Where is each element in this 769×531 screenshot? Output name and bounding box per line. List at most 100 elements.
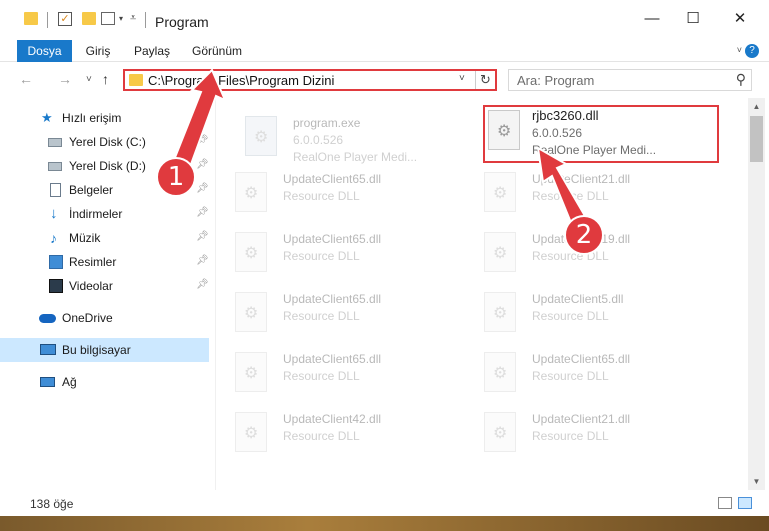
sidebar-item-label: İndirmeler: [69, 207, 123, 221]
pin-icon[interactable]: 📌︎: [196, 231, 209, 242]
sidebar-item-videos[interactable]: Videolar 📌︎: [0, 274, 209, 298]
file-item[interactable]: UpdateClient65.dll Resource DLL: [217, 282, 453, 342]
scrollbar-thumb[interactable]: [750, 116, 763, 162]
close-button[interactable]: ✕: [729, 8, 751, 30]
file-item[interactable]: UpdateClient65.dll Resource DLL: [217, 162, 453, 222]
file-name: UpdateClient65.dll: [532, 352, 631, 366]
file-version: 6.0.0.526: [293, 133, 344, 147]
file-item[interactable]: program.exe 6.0.0.526 RealOne Player Med…: [227, 106, 463, 166]
quick-access-customize-icon[interactable]: [101, 12, 115, 25]
sidebar-item-disk-c[interactable]: Yerel Disk (C:) 📌︎: [0, 130, 209, 154]
quick-access-menu-icon[interactable]: ⩡: [130, 12, 136, 25]
search-placeholder: Ara: Program: [517, 73, 595, 88]
folder-icon[interactable]: [24, 12, 38, 25]
address-path[interactable]: C:\Program Files\Program Dizini: [148, 73, 334, 88]
file-item[interactable]: UpdateClient65.dll Resource DLL: [217, 342, 453, 402]
sidebar-item-label: Bu bilgisayar: [62, 343, 131, 357]
sidebar-item-music[interactable]: ♪ Müzik 📌︎: [0, 226, 209, 250]
file-item[interactable]: UpdateClient65.dll Resource DLL: [466, 342, 702, 402]
navigation-bar: ← → ˅ ↑ C:\Program Files\Program Dizini …: [0, 62, 769, 98]
file-description: Resource DLL: [283, 249, 360, 263]
maximize-button[interactable]: ☐: [682, 8, 704, 30]
sidebar-item-onedrive[interactable]: OneDrive: [0, 306, 209, 330]
search-icon[interactable]: ⚲: [736, 71, 746, 88]
pin-icon[interactable]: 📌︎: [196, 183, 209, 194]
disk-icon: [48, 162, 62, 171]
file-description: Resource DLL: [532, 369, 609, 383]
file-description: Resource DLL: [532, 429, 609, 443]
chevron-down-icon[interactable]: ˅: [737, 45, 742, 55]
dll-file-icon: [484, 232, 516, 272]
divider: [145, 12, 146, 28]
sidebar-item-network[interactable]: Ağ: [0, 370, 209, 394]
pin-icon[interactable]: 📌︎: [196, 207, 209, 218]
scroll-down-arrow-icon[interactable]: ▼: [748, 473, 765, 490]
refresh-button[interactable]: ↻: [475, 71, 495, 89]
callout-badge-1: 1: [156, 157, 196, 197]
network-icon: [40, 377, 55, 387]
recent-locations-button[interactable]: ˅: [86, 74, 92, 85]
address-bar[interactable]: C:\Program Files\Program Dizini ˅ ↻: [123, 69, 497, 91]
help-icon[interactable]: ?: [745, 44, 759, 58]
file-item[interactable]: UpdateClient21.dll Resource DLL: [466, 162, 702, 222]
dll-file-icon: [235, 232, 267, 272]
properties-check-icon[interactable]: ✓: [58, 12, 72, 26]
videos-icon: [49, 279, 63, 293]
dll-file-icon: [484, 412, 516, 452]
dll-file-icon: [235, 292, 267, 332]
file-item[interactable]: UpdateClient21.dll Resource DLL: [466, 402, 702, 462]
tab-home[interactable]: Giriş: [80, 40, 116, 62]
dll-file-icon: [484, 292, 516, 332]
file-description: Resource DLL: [283, 369, 360, 383]
file-name: UpdateClient65.dll: [283, 232, 382, 246]
tab-share[interactable]: Paylaş: [128, 40, 176, 62]
minimize-button[interactable]: —: [641, 8, 663, 30]
file-description: Resource DLL: [283, 429, 360, 443]
file-item[interactable]: UpdateClient65.dll Resource DLL: [217, 222, 453, 282]
tab-file[interactable]: Dosya: [17, 40, 72, 62]
file-item[interactable]: UpdateClient42.dll Resource DLL: [217, 402, 453, 462]
pin-icon[interactable]: 📌︎: [196, 135, 209, 146]
sidebar-item-label: Hızlı erişim: [62, 111, 122, 125]
file-name: UpdateClient21.dll: [532, 172, 631, 186]
file-highlight-box: [483, 105, 719, 163]
pin-icon[interactable]: 📌︎: [196, 255, 209, 266]
star-icon: ★: [41, 110, 53, 125]
cloud-icon: [39, 314, 56, 323]
back-button[interactable]: ←: [19, 71, 33, 87]
tiles-view-icon[interactable]: [738, 497, 752, 509]
file-name: UpdateClient65.dll: [283, 352, 382, 366]
disk-icon: [48, 138, 62, 147]
pin-icon[interactable]: 📌︎: [196, 159, 209, 170]
divider: [47, 12, 48, 28]
sidebar-item-label: Yerel Disk (C:): [69, 135, 146, 149]
details-view-icon[interactable]: [718, 497, 732, 509]
navigation-pane: ★ Hızlı erişim Yerel Disk (C:) 📌︎ Yerel …: [0, 98, 216, 490]
sidebar-item-label: Belgeler: [69, 183, 114, 197]
chevron-down-icon[interactable]: ˅: [459, 73, 465, 84]
pin-icon[interactable]: 📌︎: [196, 279, 209, 290]
scroll-up-arrow-icon[interactable]: ▲: [748, 98, 765, 115]
chevron-down-icon[interactable]: ▾: [119, 14, 123, 23]
file-description: Resource DLL: [532, 249, 609, 263]
sidebar-item-label: OneDrive: [62, 311, 113, 325]
sidebar-item-downloads[interactable]: ↓ İndirmeler 📌︎: [0, 202, 209, 226]
file-name: UpdateClient65.dll: [283, 292, 382, 306]
forward-button[interactable]: →: [58, 71, 72, 87]
sidebar-item-this-pc[interactable]: Bu bilgisayar: [0, 338, 209, 362]
search-input[interactable]: Ara: Program ⚲: [508, 69, 752, 91]
application-icon: [245, 116, 277, 156]
new-folder-icon[interactable]: [82, 12, 96, 25]
window-title: Program: [155, 14, 209, 30]
tab-view[interactable]: Görünüm: [187, 40, 247, 62]
dll-file-icon: [484, 172, 516, 212]
status-bar: 138 öğe: [0, 490, 769, 516]
file-item[interactable]: UpdateClient5.dll Resource DLL: [466, 282, 702, 342]
sidebar-item-quick-access[interactable]: ★ Hızlı erişim: [0, 106, 209, 130]
sidebar-item-pictures[interactable]: Resimler 📌︎: [0, 250, 209, 274]
file-list: program.exe 6.0.0.526 RealOne Player Med…: [217, 98, 748, 490]
item-count: 138 öğe: [30, 497, 74, 511]
file-name: UpdateClient21.dll: [532, 412, 631, 426]
up-button[interactable]: ↑: [102, 71, 109, 87]
vertical-scrollbar[interactable]: ▲ ▼: [748, 98, 765, 490]
